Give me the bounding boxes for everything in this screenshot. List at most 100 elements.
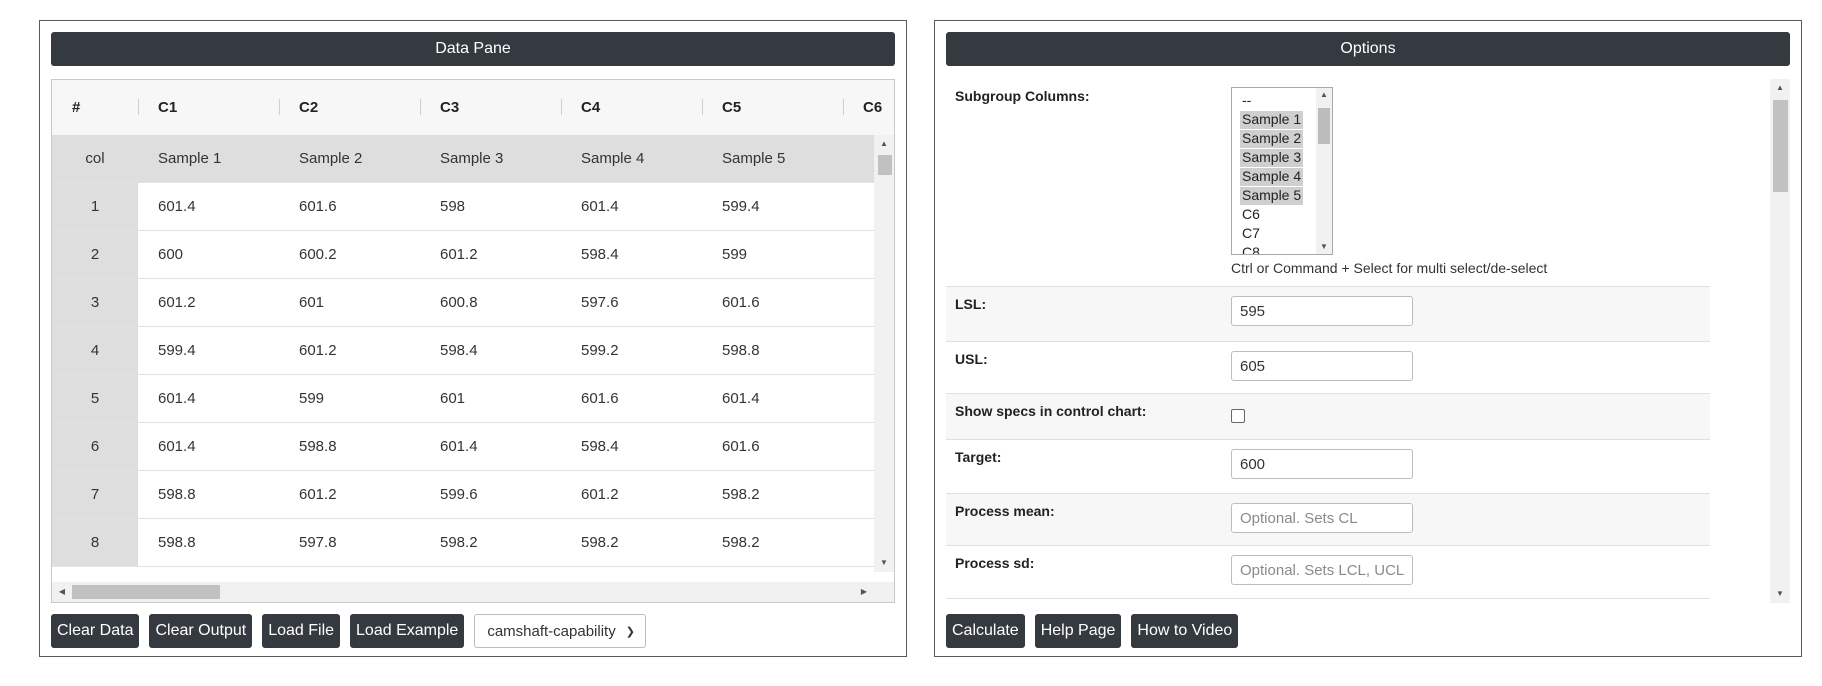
subgroup-columns-listbox[interactable]: -- Sample 1 Sample 2 Sample 3 Sample 4 Sample… bbox=[1231, 87, 1333, 255]
listbox-scrollbar[interactable]: ▲ ▼ bbox=[1316, 88, 1332, 254]
grid-cell[interactable]: 601.4 bbox=[138, 375, 279, 422]
grid-cell[interactable]: 598.2 bbox=[561, 519, 702, 566]
grid-cell[interactable]: 600.8 bbox=[420, 279, 561, 326]
scroll-down-icon[interactable]: ▼ bbox=[1770, 589, 1790, 599]
target-label: Target: bbox=[955, 449, 1002, 465]
grid-horizontal-scroll-thumb[interactable] bbox=[72, 585, 220, 599]
grid-cell[interactable]: 598.2 bbox=[702, 519, 843, 566]
listbox-option[interactable]: Sample 4 bbox=[1240, 168, 1304, 186]
calculate-button[interactable]: Calculate bbox=[946, 614, 1025, 648]
grid-cell[interactable]: 598.8 bbox=[138, 519, 279, 566]
scroll-left-icon[interactable]: ◀ bbox=[52, 587, 72, 597]
target-input[interactable] bbox=[1231, 449, 1413, 479]
scroll-down-icon[interactable]: ▼ bbox=[874, 558, 894, 568]
listbox-option[interactable]: Sample 1 bbox=[1240, 111, 1304, 129]
show-specs-checkbox[interactable] bbox=[1231, 409, 1245, 423]
grid-horizontal-scrollbar[interactable]: ◀ ▶ bbox=[52, 582, 894, 602]
grid-cell[interactable]: 601.2 bbox=[561, 471, 702, 518]
options-scroll-thumb[interactable] bbox=[1773, 100, 1788, 192]
grid-cell[interactable]: 601.2 bbox=[279, 471, 420, 518]
grid-cell[interactable]: 598.2 bbox=[420, 519, 561, 566]
options-vertical-scrollbar[interactable]: ▲ ▼ bbox=[1770, 79, 1790, 603]
grid-cell[interactable]: 598.4 bbox=[561, 423, 702, 470]
grid-cell[interactable]: Sample 1 bbox=[138, 135, 279, 182]
grid-cell[interactable]: 597.6 bbox=[561, 279, 702, 326]
grid-cell[interactable]: 598.4 bbox=[561, 231, 702, 278]
grid-cell[interactable]: 599.6 bbox=[420, 471, 561, 518]
grid-cell[interactable]: 597.8 bbox=[279, 519, 420, 566]
grid-cell[interactable]: 599 bbox=[279, 375, 420, 422]
show-specs-label: Show specs in control chart: bbox=[955, 403, 1147, 419]
listbox-scroll-thumb[interactable] bbox=[1318, 108, 1330, 144]
grid-cell[interactable]: Sample 2 bbox=[279, 135, 420, 182]
grid-vertical-scrollbar[interactable]: ▲ ▼ bbox=[874, 135, 894, 572]
multi-select-hint: Ctrl or Command + Select for multi selec… bbox=[1231, 260, 1548, 276]
row-index: 2 bbox=[52, 231, 138, 278]
load-example-button[interactable]: Load Example bbox=[350, 614, 465, 648]
grid-cell[interactable]: 599.2 bbox=[561, 327, 702, 374]
grid-cell[interactable]: 601.6 bbox=[702, 423, 843, 470]
row-index: 8 bbox=[52, 519, 138, 566]
grid-cell[interactable]: 600.2 bbox=[279, 231, 420, 278]
example-select[interactable]: camshaft-capability ❯ bbox=[474, 614, 646, 648]
grid-header-c3[interactable]: C3 bbox=[420, 80, 561, 135]
grid-cell[interactable]: 601.4 bbox=[561, 183, 702, 230]
grid-cell[interactable]: 601.4 bbox=[138, 183, 279, 230]
grid-cell[interactable]: Sample 4 bbox=[561, 135, 702, 182]
listbox-option[interactable]: -- bbox=[1240, 92, 1253, 110]
grid-cell[interactable]: 598.8 bbox=[138, 471, 279, 518]
clear-output-button[interactable]: Clear Output bbox=[149, 614, 253, 648]
how-to-video-button[interactable]: How to Video bbox=[1131, 614, 1239, 648]
scroll-right-icon[interactable]: ▶ bbox=[854, 587, 874, 597]
scroll-up-icon[interactable]: ▲ bbox=[1770, 83, 1790, 93]
process-mean-input[interactable] bbox=[1231, 503, 1413, 533]
grid-header-index[interactable]: # bbox=[52, 80, 138, 135]
listbox-option[interactable]: C7 bbox=[1240, 225, 1262, 243]
grid-cell[interactable]: 601.6 bbox=[279, 183, 420, 230]
usl-input[interactable] bbox=[1231, 351, 1413, 381]
listbox-option[interactable]: Sample 2 bbox=[1240, 130, 1304, 148]
lsl-row: LSL: bbox=[946, 287, 1710, 342]
table-row: 1 601.4 601.6 598 601.4 599.4 bbox=[52, 183, 874, 231]
grid-cell[interactable]: Sample 3 bbox=[420, 135, 561, 182]
listbox-option[interactable]: Sample 3 bbox=[1240, 149, 1304, 167]
grid-vertical-scroll-thumb[interactable] bbox=[878, 155, 892, 175]
clear-data-button[interactable]: Clear Data bbox=[51, 614, 140, 648]
grid-cell[interactable]: 599 bbox=[702, 231, 843, 278]
grid-cell[interactable]: 601.4 bbox=[420, 423, 561, 470]
grid-cell[interactable]: 601 bbox=[279, 279, 420, 326]
grid-cell[interactable]: 598 bbox=[420, 183, 561, 230]
scroll-up-icon[interactable]: ▲ bbox=[1316, 90, 1332, 100]
grid-header-c6[interactable]: C6 bbox=[843, 80, 894, 135]
scroll-down-icon[interactable]: ▼ bbox=[1316, 242, 1332, 252]
grid-cell[interactable]: 598.8 bbox=[279, 423, 420, 470]
grid-cell[interactable]: 601.6 bbox=[561, 375, 702, 422]
grid-cell[interactable]: Sample 5 bbox=[702, 135, 843, 182]
listbox-option[interactable]: Sample 5 bbox=[1240, 187, 1304, 205]
listbox-option[interactable]: C8 bbox=[1240, 244, 1262, 254]
grid-cell[interactable]: 598.8 bbox=[702, 327, 843, 374]
grid-header-c2[interactable]: C2 bbox=[279, 80, 420, 135]
grid-cell[interactable]: 598.4 bbox=[420, 327, 561, 374]
grid-cell[interactable]: 601.6 bbox=[702, 279, 843, 326]
grid-cell[interactable]: 601.2 bbox=[279, 327, 420, 374]
grid-cell[interactable]: 601 bbox=[420, 375, 561, 422]
listbox-option[interactable]: C6 bbox=[1240, 206, 1262, 224]
grid-cell[interactable]: 599.4 bbox=[702, 183, 843, 230]
grid-cell[interactable]: 600 bbox=[138, 231, 279, 278]
data-grid[interactable]: # C1 C2 C3 C4 C5 C6 col Sample 1 Sample … bbox=[51, 79, 895, 603]
grid-cell[interactable]: 601.2 bbox=[420, 231, 561, 278]
grid-cell[interactable]: 598.2 bbox=[702, 471, 843, 518]
scroll-up-icon[interactable]: ▲ bbox=[874, 139, 894, 149]
grid-header-c4[interactable]: C4 bbox=[561, 80, 702, 135]
grid-header-c5[interactable]: C5 bbox=[702, 80, 843, 135]
grid-cell[interactable]: 601.4 bbox=[138, 423, 279, 470]
process-sd-input[interactable] bbox=[1231, 555, 1413, 585]
grid-cell[interactable]: 599.4 bbox=[138, 327, 279, 374]
grid-cell[interactable]: 601.2 bbox=[138, 279, 279, 326]
lsl-input[interactable] bbox=[1231, 296, 1413, 326]
grid-header-c1[interactable]: C1 bbox=[138, 80, 279, 135]
grid-cell[interactable]: 601.4 bbox=[702, 375, 843, 422]
load-file-button[interactable]: Load File bbox=[262, 614, 341, 648]
help-page-button[interactable]: Help Page bbox=[1034, 614, 1122, 648]
